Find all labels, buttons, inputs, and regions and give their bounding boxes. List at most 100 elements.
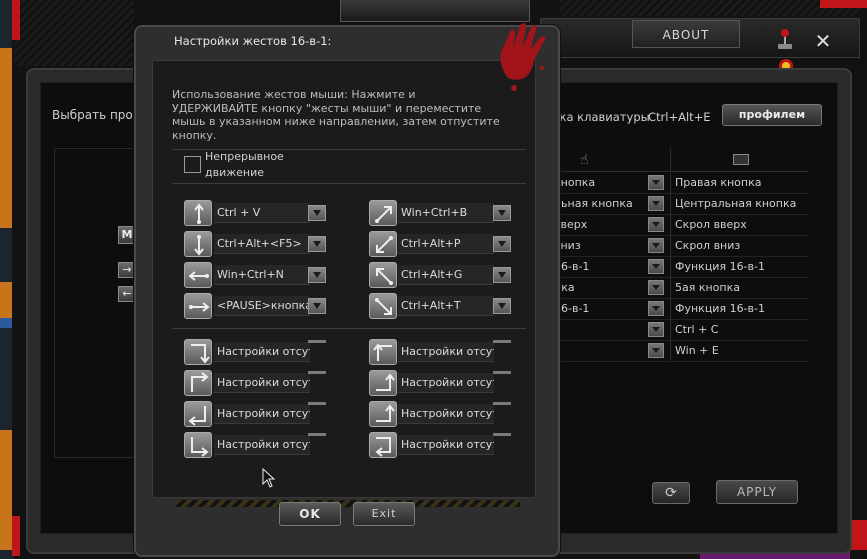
gesture-dropdown[interactable] <box>308 205 326 221</box>
arrow-diagonal-down-right-icon <box>369 293 397 319</box>
gesture-action-field[interactable]: Ctrl + V <box>214 203 310 223</box>
exit-button[interactable]: Exit <box>353 502 415 526</box>
bloody-hand-logo <box>490 18 560 98</box>
gesture-dropdown[interactable] <box>493 298 511 314</box>
table-row: Ctrl + C <box>540 320 808 341</box>
gesture-dropdown[interactable] <box>493 205 511 221</box>
mapping-dropdown[interactable] <box>648 343 664 358</box>
refresh-button[interactable]: ⟳ <box>652 482 690 504</box>
divider <box>172 328 526 329</box>
assigned-function-cell: Win + E <box>670 341 808 361</box>
gesture-dropdown[interactable] <box>308 433 326 436</box>
table-row: 16-в-1 Функция 16-в-1 <box>540 299 808 320</box>
gesture-action-field[interactable]: Win+Ctrl+N <box>214 265 310 285</box>
gesture-dropdown[interactable] <box>308 402 326 405</box>
keyboard-shortcut-value[interactable]: Ctrl+Alt+E <box>648 110 711 124</box>
assigned-function-cell: Скрол вверх <box>670 215 808 235</box>
corner-down-left-icon <box>184 401 212 427</box>
gesture-action-field[interactable]: Win+Ctrl+B <box>398 203 494 223</box>
gesture-dropdown[interactable] <box>308 298 326 314</box>
gesture-action-field[interactable]: Настройки отсутствуют <box>398 342 494 362</box>
gesture-action-field[interactable]: Ctrl+Alt+<F5> <box>214 234 310 254</box>
gesture-dropdown[interactable] <box>308 340 326 343</box>
gesture-dropdown[interactable] <box>493 267 511 283</box>
button-mapping-table: ☝ кнопка Правая кнопка льная кнопка Централ… <box>540 148 808 362</box>
gesture-action-field[interactable]: Настройки отсутствуют <box>214 342 310 362</box>
monitor-icon <box>733 154 749 165</box>
hazard-stripe <box>176 500 520 507</box>
assigned-function-cell: Функция 16-в-1 <box>670 257 808 277</box>
gesture-action-field[interactable]: Настройки отсутствуют <box>398 404 494 424</box>
corner-up-left-right-icon <box>369 339 397 365</box>
table-row: вниз Скрол вниз <box>540 236 808 257</box>
keyboard-shortcut-label: пка клавиатуры <box>552 110 650 124</box>
continuous-movement-checkbox[interactable] <box>184 156 201 173</box>
red-corner-accent <box>12 516 20 556</box>
gesture-dropdown[interactable] <box>493 433 511 436</box>
mapping-dropdown[interactable] <box>648 175 664 190</box>
continuous-movement-label: Непрерывное движение <box>205 150 284 179</box>
mapping-dropdown[interactable] <box>648 238 664 253</box>
gesture-dropdown[interactable] <box>493 402 511 405</box>
gesture-action-field[interactable]: Ctrl+Alt+G <box>398 265 494 285</box>
mapping-dropdown[interactable] <box>648 322 664 337</box>
table-row: Win + E <box>540 341 808 362</box>
close-icon[interactable]: ✕ <box>814 31 832 51</box>
mapping-dropdown[interactable] <box>648 259 664 274</box>
gesture-action-field[interactable]: Настройки отсутствуют <box>398 373 494 393</box>
mapping-dropdown[interactable] <box>648 301 664 316</box>
gesture-action-field[interactable]: Ctrl+Alt+T <box>398 296 494 316</box>
table-row: 16-в-1 Функция 16-в-1 <box>540 257 808 278</box>
arrow-down-up-icon <box>184 231 212 257</box>
mouse-preview-area <box>54 148 134 458</box>
apply-button[interactable]: APPLY <box>716 480 798 504</box>
corner-down-right-icon <box>184 432 212 458</box>
gesture-action-field[interactable]: <PAUSE>кнопка <box>214 296 310 316</box>
red-corner-accent <box>12 0 20 40</box>
mapping-dropdown[interactable] <box>648 196 664 211</box>
gesture-dropdown[interactable] <box>493 236 511 252</box>
dialog-title: Настройки жестов 16-в-1: <box>174 34 332 48</box>
profile-button[interactable]: профилем <box>722 104 822 126</box>
red-corner-accent <box>820 0 867 8</box>
mapping-dropdown[interactable] <box>648 217 664 232</box>
assigned-function-cell: Правая кнопка <box>670 173 808 193</box>
assigned-function-cell: Скрол вниз <box>670 236 808 256</box>
arrow-diagonal-down-left-icon <box>369 231 397 257</box>
arrow-left-icon <box>184 262 212 288</box>
corner-down-left-right-icon <box>369 432 397 458</box>
corner-up-right-icon <box>184 370 212 396</box>
gesture-action-field[interactable]: Настройки отсутствуют <box>398 435 494 455</box>
assigned-function-cell: 5ая кнопка <box>670 278 808 298</box>
frame-decoration <box>14 0 134 66</box>
table-row: пка 5ая кнопка <box>540 278 808 299</box>
assigned-function-cell: Центральная кнопка <box>670 194 808 214</box>
corner-up-right-down-icon <box>184 339 212 365</box>
gesture-action-field[interactable]: Настройки отсутствуют <box>214 373 310 393</box>
gesture-dropdown[interactable] <box>308 267 326 283</box>
gesture-dropdown[interactable] <box>308 371 326 374</box>
gesture-dropdown[interactable] <box>493 371 511 374</box>
gesture-action-field[interactable]: Настройки отсутствуют <box>214 404 310 424</box>
arrow-up-down-icon <box>184 200 212 226</box>
gesture-action-field[interactable]: Настройки отсутствуют <box>214 435 310 455</box>
divider <box>172 183 526 184</box>
hand-icon: ☝ <box>580 152 589 168</box>
assigned-function-cell: Ctrl + C <box>670 320 808 340</box>
gesture-dropdown[interactable] <box>493 340 511 343</box>
assigned-function-cell: Функция 16-в-1 <box>670 299 808 319</box>
arrow-right-icon <box>184 293 212 319</box>
tab-about[interactable]: ABOUT <box>632 20 740 48</box>
table-row: льная кнопка Центральная кнопка <box>540 194 808 215</box>
joystick-icon[interactable] <box>776 28 794 50</box>
mapping-dropdown[interactable] <box>648 280 664 295</box>
gesture-dropdown[interactable] <box>308 236 326 252</box>
mouse-cursor <box>262 467 276 491</box>
ok-button[interactable]: OK <box>279 502 341 526</box>
table-row: вверх Скрол вверх <box>540 215 808 236</box>
gesture-action-field[interactable]: Ctrl+Alt+P <box>398 234 494 254</box>
table-row: кнопка Правая кнопка <box>540 173 808 194</box>
arrow-diagonal-up-right-icon <box>369 200 397 226</box>
corner-up-right-left-icon <box>369 401 397 427</box>
refresh-icon: ⟳ <box>665 485 677 501</box>
